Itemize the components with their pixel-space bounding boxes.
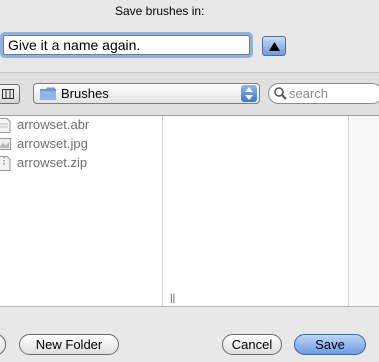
browser-column-1[interactable]: arrowset.abr arrowset.jpg arrowset.zip xyxy=(0,116,163,306)
column-view-icon xyxy=(2,89,14,99)
collapse-dialog-button[interactable] xyxy=(262,36,286,56)
save-in-label: Save brushes in: xyxy=(115,4,205,18)
offscreen-button[interactable] xyxy=(0,334,6,355)
new-folder-button[interactable]: New Folder xyxy=(19,334,119,355)
file-browser: arrowset.abr arrowset.jpg arrowset.zip |… xyxy=(0,116,379,306)
cancel-button[interactable]: Cancel xyxy=(222,334,282,355)
column-resize-handle[interactable]: || xyxy=(170,293,175,304)
file-item-abr[interactable]: arrowset.abr xyxy=(0,116,160,135)
save-header-area: Save brushes in: Give it a name again. xyxy=(0,0,379,72)
updown-arrows-icon xyxy=(245,87,253,100)
zip-file-icon xyxy=(0,156,11,171)
triangle-up-icon xyxy=(269,42,280,51)
location-value: Brushes xyxy=(61,86,109,101)
document-icon xyxy=(0,118,11,133)
dialog-button-bar: New Folder Cancel Save xyxy=(0,306,379,362)
save-button[interactable]: Save xyxy=(294,334,366,355)
location-popup[interactable]: Brushes xyxy=(33,83,260,104)
file-name: arrowset.abr xyxy=(17,117,90,132)
search-icon xyxy=(274,87,287,100)
popup-arrows xyxy=(241,85,257,102)
folder-icon xyxy=(40,87,56,100)
image-file-icon xyxy=(0,138,11,150)
filename-field[interactable]: Give it a name again. xyxy=(3,35,250,55)
browser-column-3[interactable] xyxy=(349,116,379,306)
file-item-jpg[interactable]: arrowset.jpg xyxy=(0,135,160,154)
column-view-button[interactable] xyxy=(0,84,20,104)
file-name: arrowset.zip xyxy=(17,155,88,170)
browser-column-2[interactable] xyxy=(163,116,349,306)
browser-toolbar: Brushes search xyxy=(0,72,379,116)
search-input[interactable]: search xyxy=(268,83,379,104)
search-placeholder: search xyxy=(289,86,329,101)
file-name: arrowset.jpg xyxy=(17,136,88,151)
file-item-zip[interactable]: arrowset.zip xyxy=(0,154,160,173)
